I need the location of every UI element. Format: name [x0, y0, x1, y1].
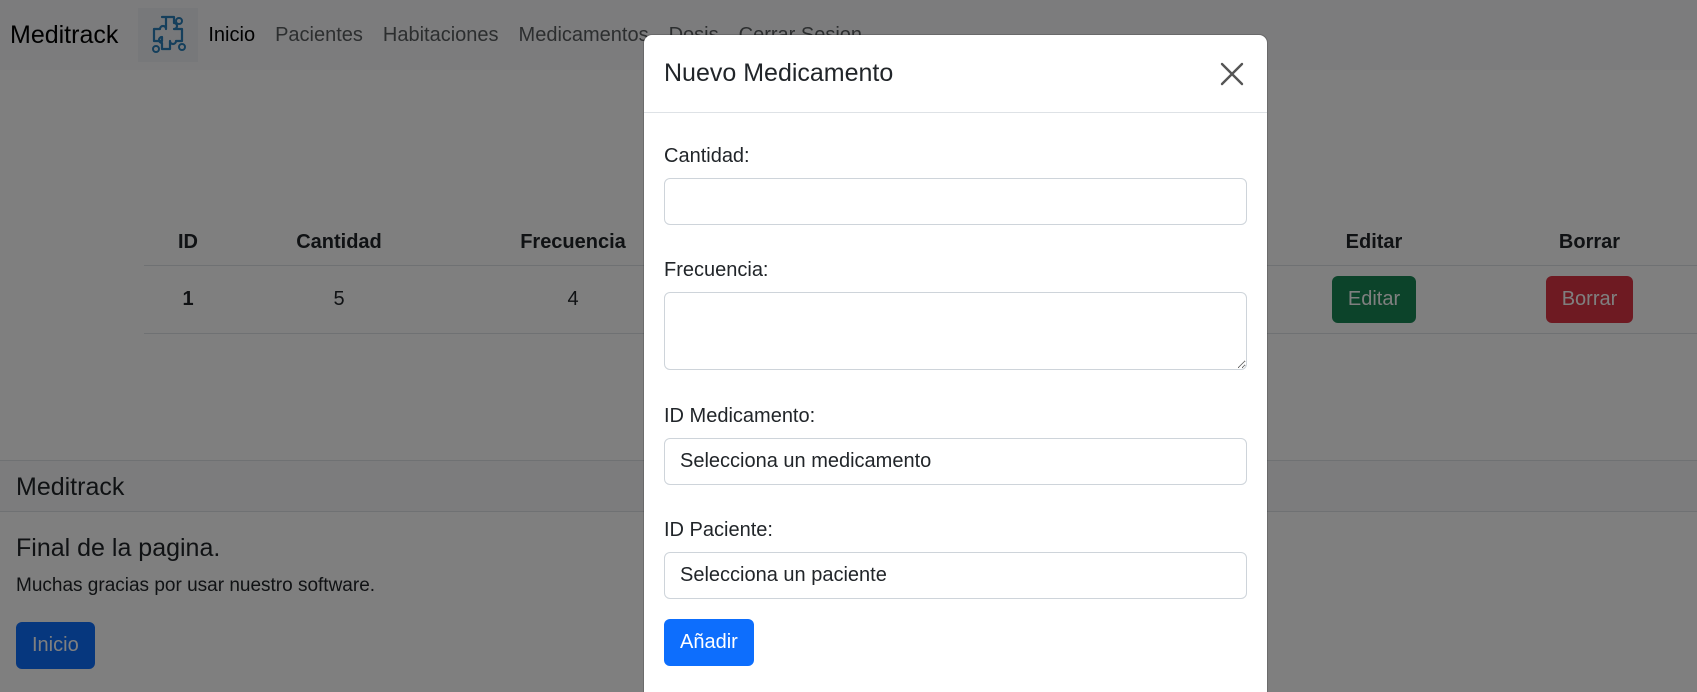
close-icon[interactable] [1217, 59, 1247, 89]
modal-title: Nuevo Medicamento [664, 59, 894, 87]
modal-header: Nuevo Medicamento [644, 35, 1267, 113]
medicamento-select-value: Selecciona un medicamento [680, 450, 932, 472]
cantidad-label: Cantidad: [664, 145, 750, 167]
medicamento-select[interactable]: Selecciona un medicamento [664, 438, 1247, 485]
add-button[interactable]: Añadir [664, 619, 754, 666]
frecuencia-textarea[interactable] [664, 292, 1247, 370]
paciente-select[interactable]: Selecciona un paciente [664, 552, 1247, 599]
nuevo-medicamento-modal: Nuevo Medicamento Cantidad: Frecuencia: … [644, 35, 1267, 692]
paciente-select-value: Selecciona un paciente [680, 564, 887, 586]
frecuencia-label: Frecuencia: [664, 259, 769, 281]
medicamento-label: ID Medicamento: [664, 405, 816, 427]
modal-body: Cantidad: Frecuencia: ID Medicamento: Se… [644, 145, 1267, 666]
cantidad-input[interactable] [664, 178, 1247, 225]
paciente-label: ID Paciente: [664, 519, 773, 541]
